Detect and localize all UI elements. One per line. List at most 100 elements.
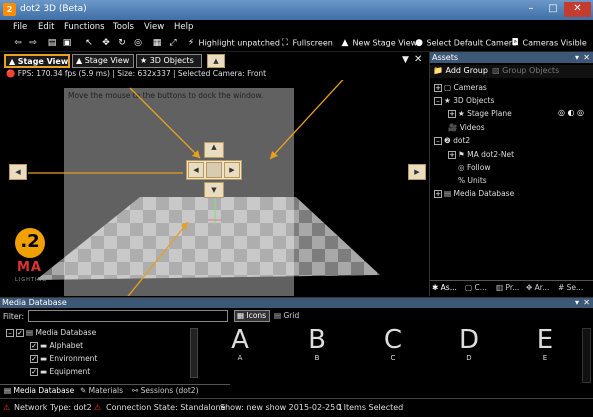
cameras-visible-label: Cameras Visible — [522, 38, 587, 48]
group-objects-label: Group Objects — [502, 66, 560, 75]
media-tree-environment[interactable]: ✓ ▬ Environment — [30, 354, 97, 363]
menu-help[interactable]: Help — [174, 22, 193, 32]
info-line: 🔴 FPS: 170.34 fps (5.9 ms) | Size: 632x3… — [0, 69, 428, 80]
media-tree-root[interactable]: – ✓ ▤ Media Database — [6, 328, 96, 337]
tab-label: As... — [440, 283, 457, 292]
icons-view-button[interactable]: ▦ Icons — [234, 310, 270, 322]
letter-glyph: C — [383, 325, 403, 355]
tab-3d-objects[interactable]: ★ 3D Objects — [136, 54, 202, 68]
show-name: Show: new show 2015-02-25 1 — [220, 403, 343, 412]
letter-caption: B — [314, 354, 320, 362]
cameras-visible-button[interactable]: ◘ Cameras Visible — [510, 38, 587, 48]
open-icon[interactable]: ▤ — [47, 38, 57, 48]
tree-label: dot2 — [453, 136, 471, 145]
tree-label: Alphabet — [49, 341, 84, 350]
tree-item-follow[interactable]: ◎ Follow — [458, 163, 490, 172]
view-menu-icon[interactable]: ▼ — [402, 55, 409, 65]
menu-tools[interactable]: Tools — [113, 22, 134, 32]
tab-arrange[interactable]: ✥ Ar... — [526, 283, 549, 292]
move-icon[interactable]: ✥ — [101, 38, 111, 48]
maximize-button[interactable]: □ — [542, 2, 564, 17]
toolbar: ⇦ ⇨ ▤ ▣ ↖ ✥ ↻ ◎ ▦ ⤢ ⚡ Highlight unpatche… — [0, 35, 593, 52]
tab-settings[interactable]: # Se... — [558, 283, 583, 292]
letter-caption: E — [542, 354, 548, 362]
rotate-icon[interactable]: ↻ — [117, 38, 127, 48]
view-close-icon[interactable]: ✕ — [414, 54, 422, 65]
close-button[interactable]: ✕ — [564, 2, 591, 17]
menu-functions[interactable]: Functions — [64, 22, 105, 32]
stage-plane-status-icons: ◎ ◐ ◎ — [558, 108, 585, 117]
filter-label: Filter: — [3, 312, 24, 321]
tree-item-units[interactable]: % Units — [458, 176, 487, 185]
media-tree-alphabet[interactable]: ✓ ▬ Alphabet — [30, 341, 83, 350]
save-icon[interactable]: ▣ — [62, 38, 72, 48]
tree-label: 3D Objects — [453, 96, 495, 105]
media-item-b[interactable]: BB — [297, 326, 337, 362]
assets-panel: Assets ▾ ✕ 📁 Add Group ▨ Group Objects +… — [429, 52, 593, 296]
tab-stage-view-2[interactable]: ▲ Stage View — [72, 54, 134, 68]
tree-item-dot2[interactable]: – ❷ dot2 — [434, 136, 470, 145]
pointer-icon[interactable]: ↖ — [84, 38, 94, 48]
select-icon[interactable]: ▦ — [152, 38, 162, 48]
tab-media-database[interactable]: ▤ Media Database — [4, 386, 74, 395]
dock-top-button[interactable]: ▲ — [207, 54, 225, 68]
tree-label: MA dot2-Net — [467, 150, 515, 159]
filter-input[interactable] — [28, 310, 228, 322]
assets-close-icon[interactable]: ✕ — [583, 52, 590, 63]
network-icon: ⚠ — [3, 403, 11, 412]
menu-view[interactable]: View — [144, 22, 164, 32]
tab-properties[interactable]: ▥ Pr... — [496, 283, 519, 292]
select-default-camera-button[interactable]: ● Select Default Camera — [414, 38, 517, 48]
media-tree-equipment[interactable]: ✓ ▬ Equipment — [30, 367, 90, 376]
forward-icon[interactable]: ⇨ — [28, 38, 38, 48]
app-icon: 2 — [3, 3, 16, 16]
tab-label: Materials — [88, 386, 124, 395]
new-stage-view-button[interactable]: ▲ New Stage View — [340, 38, 418, 48]
tree-item-3d-objects[interactable]: – ★ 3D Objects — [434, 96, 494, 105]
media-title: Media Database — [2, 298, 67, 307]
title-bar: 2 dot2 3D (Beta) – □ ✕ — [0, 0, 593, 20]
grid-view-button[interactable]: ▤ Grid — [274, 311, 299, 320]
pin-icon[interactable]: ▾ — [575, 52, 579, 63]
assets-header: Assets ▾ ✕ — [430, 52, 593, 63]
tree-item-stage-plane[interactable]: + ★ Stage Plane — [448, 109, 512, 118]
tree-item-videos[interactable]: 🎥 Videos — [448, 123, 485, 132]
tab-stage-view-1[interactable]: ▲ Stage View — [4, 54, 70, 68]
fullscreen-button[interactable]: ⛶ Fullscreen — [280, 38, 333, 48]
letter-caption: C — [390, 354, 396, 362]
tab-label: C... — [474, 283, 487, 292]
tab-materials[interactable]: ✎ Materials — [80, 386, 123, 395]
dock-arrows — [28, 80, 344, 296]
fps-icon: 🔴 — [6, 69, 16, 78]
icons-label: Icons — [246, 311, 267, 320]
media-item-c[interactable]: CC — [373, 326, 413, 362]
tab-sessions[interactable]: ⚯ Sessions (dot2) — [132, 386, 199, 395]
assets-bottom-tabs: ✱ As... ▢ C... ▥ Pr... ✥ Ar... # Se... — [430, 280, 593, 294]
media-item-e[interactable]: EE — [525, 326, 565, 362]
media-tree-scrollbar[interactable] — [190, 328, 198, 378]
tab-assets[interactable]: ✱ As... — [432, 283, 457, 292]
highlight-unpatched-button[interactable]: ⚡ Highlight unpatched — [186, 38, 280, 48]
group-objects-button[interactable]: ▨ Group Objects — [492, 66, 559, 75]
media-item-d[interactable]: DD — [449, 326, 489, 362]
menu-edit[interactable]: Edit — [38, 22, 54, 32]
add-group-button[interactable]: 📁 Add Group — [433, 66, 488, 75]
media-pin-icon[interactable]: ▾ — [575, 298, 579, 308]
target-icon[interactable]: ◎ — [133, 38, 143, 48]
minimize-button[interactable]: – — [520, 2, 542, 17]
add-group-label: Add Group — [445, 66, 488, 75]
tree-item-ma-dot2-net[interactable]: + ⚑ MA dot2-Net — [448, 150, 514, 159]
tree-item-cameras[interactable]: + ▢ Cameras — [434, 83, 487, 92]
stage-viewport[interactable]: Move the mouse to the buttons to dock th… — [0, 80, 428, 296]
media-item-a[interactable]: AA — [220, 326, 260, 362]
status-bar: ⚠ Network Type: dot2 ⚠ Connection State:… — [0, 398, 593, 417]
fit-icon[interactable]: ⤢ — [168, 38, 178, 48]
media-scrollbar[interactable] — [582, 328, 591, 383]
tab-label: Media Database — [13, 386, 75, 395]
back-icon[interactable]: ⇦ — [13, 38, 23, 48]
menu-file[interactable]: File — [13, 22, 27, 32]
tab-cameras[interactable]: ▢ C... — [465, 283, 487, 292]
media-close-icon[interactable]: ✕ — [583, 298, 590, 308]
tree-item-media-database[interactable]: + ▤ Media Database — [434, 189, 514, 198]
tab-label: Stage View — [17, 57, 69, 66]
